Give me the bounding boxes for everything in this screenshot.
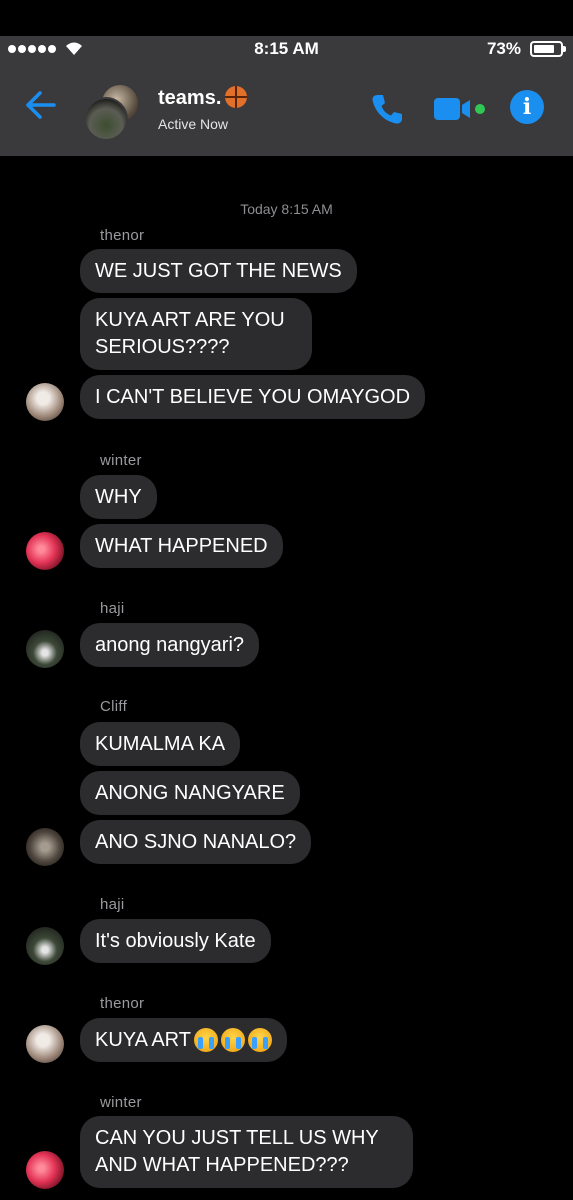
active-status: Active Now [158, 116, 229, 132]
message-bubble[interactable]: WHY [80, 475, 157, 519]
conversation-title-text: teams. [158, 87, 222, 109]
message-bubble[interactable]: I CAN'T BELIEVE YOU OMAYGOD [80, 375, 426, 419]
video-camera-icon[interactable] [434, 96, 488, 122]
chat-timestamp: Today 8:15 AM [240, 201, 333, 217]
message-bubble[interactable]: WHAT HAPPENED [80, 524, 283, 568]
sender-name: winter [100, 452, 142, 469]
avatar-thenor[interactable] [26, 1025, 64, 1063]
basketball-emoji-icon [225, 86, 248, 108]
message-bubble[interactable]: anong nangyari? [80, 623, 260, 667]
battery-percent: 73% [486, 39, 521, 58]
avatar-winter[interactable] [26, 532, 64, 570]
chat-header: 8:15 AM 73% teams. Active Now i [0, 36, 573, 156]
group-avatar-member-2 [84, 97, 128, 141]
back-arrow-icon[interactable] [24, 90, 58, 120]
sender-name: Cliff [100, 698, 128, 715]
sender-name: haji [100, 896, 125, 913]
top-band [0, 0, 573, 36]
sender-name: haji [100, 600, 125, 617]
message-bubble[interactable]: WE JUST GOT THE NEWS [80, 249, 357, 293]
avatar-cliff[interactable] [26, 828, 64, 866]
phone-icon[interactable] [370, 92, 404, 126]
message-text: KUYA ART [95, 1028, 191, 1051]
message-bubble[interactable]: CAN YOU JUST TELL US WHY AND WHAT HAPPEN… [80, 1116, 413, 1188]
avatar-haji[interactable] [26, 927, 64, 965]
message-bubble[interactable]: KUMALMA KA [80, 722, 241, 766]
avatar-winter[interactable] [26, 1151, 64, 1189]
message-bubble[interactable]: KUYA ART [80, 1018, 287, 1062]
message-bubble[interactable]: It's obviously Kate [80, 919, 271, 963]
message-bubble[interactable]: ANO SJNO NANALO? [80, 820, 312, 864]
conversation-title[interactable]: teams. [158, 86, 248, 110]
status-bar: 8:15 AM 73% [0, 36, 573, 64]
avatar-haji[interactable] [26, 630, 64, 668]
avatar-thenor[interactable] [26, 383, 64, 421]
message-bubble[interactable]: KUYA ART ARE YOU SERIOUS???? [80, 298, 312, 370]
sender-name: thenor [100, 227, 145, 244]
message-bubble[interactable]: ANONG NANGYARE [80, 771, 300, 815]
info-icon[interactable]: i [510, 90, 544, 124]
battery-icon [530, 41, 566, 57]
crying-face-emoji-icon [220, 1028, 245, 1052]
group-avatar[interactable] [84, 83, 140, 141]
crying-face-emoji-icon [247, 1028, 272, 1052]
sender-name: thenor [100, 995, 145, 1012]
sender-name: winter [100, 1094, 142, 1111]
crying-face-emoji-icon [193, 1028, 218, 1052]
